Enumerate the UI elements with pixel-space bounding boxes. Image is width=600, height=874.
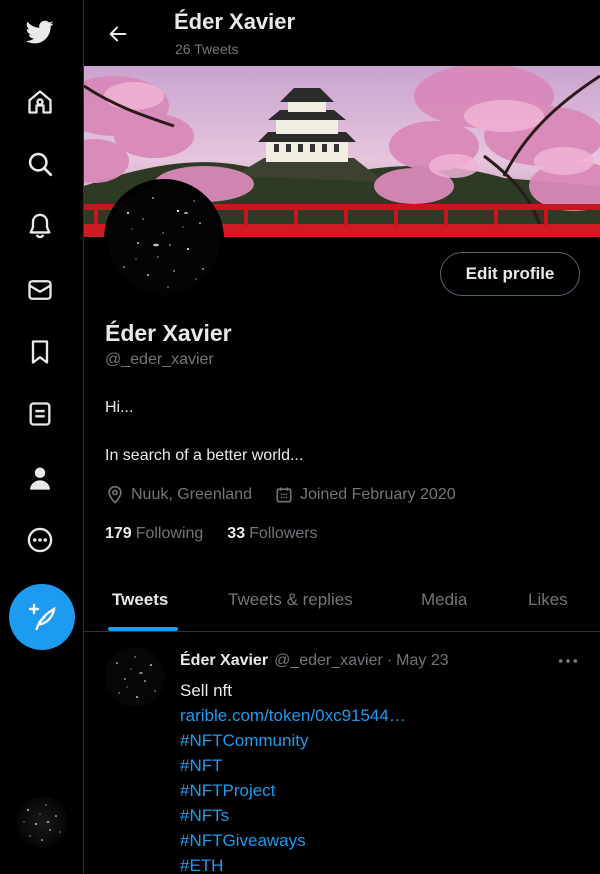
arrow-left-icon: [109, 26, 127, 42]
profile-avatar[interactable]: [104, 179, 224, 299]
edit-profile-button[interactable]: Edit profile: [440, 252, 580, 296]
tweet-date[interactable]: May 23: [396, 652, 448, 670]
tweet-more-button[interactable]: [554, 651, 582, 671]
active-tab-indicator: [108, 627, 178, 631]
profile-main: Éder Xavier 26 Tweets Edit profile Éder …: [84, 0, 600, 874]
tab-likes[interactable]: Likes: [528, 590, 568, 610]
tweet-author-avatar[interactable]: [105, 647, 165, 707]
following-link[interactable]: 179 Following: [105, 525, 203, 543]
tweet-item[interactable]: Éder Xavier @_eder_xavier · May 23 Sell …: [84, 633, 600, 874]
tweet-header: Éder Xavier @_eder_xavier · May 23: [180, 652, 449, 670]
tweet-text: Sell nft: [180, 681, 232, 700]
more-circle-icon[interactable]: [22, 522, 58, 558]
hashtag-link[interactable]: #ETH: [180, 853, 406, 874]
lists-icon[interactable]: [22, 396, 58, 432]
profile-header-bar: Éder Xavier 26 Tweets: [84, 0, 600, 66]
notifications-bell-icon[interactable]: [22, 208, 58, 244]
followers-link[interactable]: 33 Followers: [227, 525, 317, 543]
profile-handle: @_eder_xavier: [105, 351, 214, 368]
compose-tweet-button[interactable]: [9, 584, 75, 650]
back-button[interactable]: [102, 18, 134, 50]
profile-meta: Nuuk, Greenland Joined February 2020: [105, 484, 456, 506]
profile-bio-line-2: In search of a better world...: [105, 447, 304, 464]
more-horizontal-icon: [558, 659, 578, 663]
hashtag-link[interactable]: #NFTs: [180, 803, 406, 828]
profile-bio-line-1: Hi...: [105, 399, 134, 416]
calendar-icon: [276, 487, 292, 503]
following-count: 179: [105, 525, 132, 542]
tab-tweets-and-replies[interactable]: Tweets & replies: [228, 590, 353, 610]
twitter-logo-icon[interactable]: [22, 14, 58, 50]
profile-display-name: Éder Xavier: [105, 320, 232, 346]
messages-envelope-icon[interactable]: [22, 272, 58, 308]
following-label: Following: [135, 525, 204, 542]
compose-feather-plus-icon: [28, 603, 56, 631]
tweet-url-link[interactable]: rarible.com/token/0xc91544…: [180, 703, 406, 728]
follow-stats: 179 Following 33 Followers: [105, 525, 318, 543]
hashtag-link[interactable]: #NFTCommunity: [180, 728, 406, 753]
profile-location: Nuuk, Greenland: [105, 485, 252, 505]
tweet-author-name[interactable]: Éder Xavier: [180, 652, 268, 670]
followers-label: Followers: [249, 525, 318, 542]
location-pin-icon: [108, 485, 122, 504]
header-name: Éder Xavier: [174, 9, 296, 34]
tweet-body: Sell nft rarible.com/token/0xc91544… #NF…: [180, 678, 406, 874]
hashtag-link[interactable]: #NFT: [180, 753, 406, 778]
profile-joined: Joined February 2020: [274, 485, 456, 505]
profile-person-icon[interactable]: [22, 460, 58, 496]
header-tweet-count: 26 Tweets: [175, 41, 239, 57]
explore-search-icon[interactable]: [22, 146, 58, 182]
profile-tabs: Tweets Tweets & replies Media Likes: [84, 568, 600, 632]
bookmarks-icon[interactable]: [22, 334, 58, 370]
tab-tweets[interactable]: Tweets: [112, 590, 168, 610]
joined-text: Joined February 2020: [299, 486, 456, 503]
tweet-separator: ·: [386, 652, 393, 669]
account-avatar[interactable]: [16, 796, 68, 848]
sidebar-nav: [0, 0, 84, 874]
tweet-author-handle[interactable]: @_eder_xavier: [274, 652, 383, 670]
hashtag-link[interactable]: #NFTGiveaways: [180, 828, 406, 853]
home-icon[interactable]: [22, 84, 58, 120]
location-text: Nuuk, Greenland: [131, 486, 252, 503]
followers-count: 33: [227, 525, 246, 542]
tab-media[interactable]: Media: [421, 590, 467, 610]
hashtag-link[interactable]: #NFTProject: [180, 778, 406, 803]
